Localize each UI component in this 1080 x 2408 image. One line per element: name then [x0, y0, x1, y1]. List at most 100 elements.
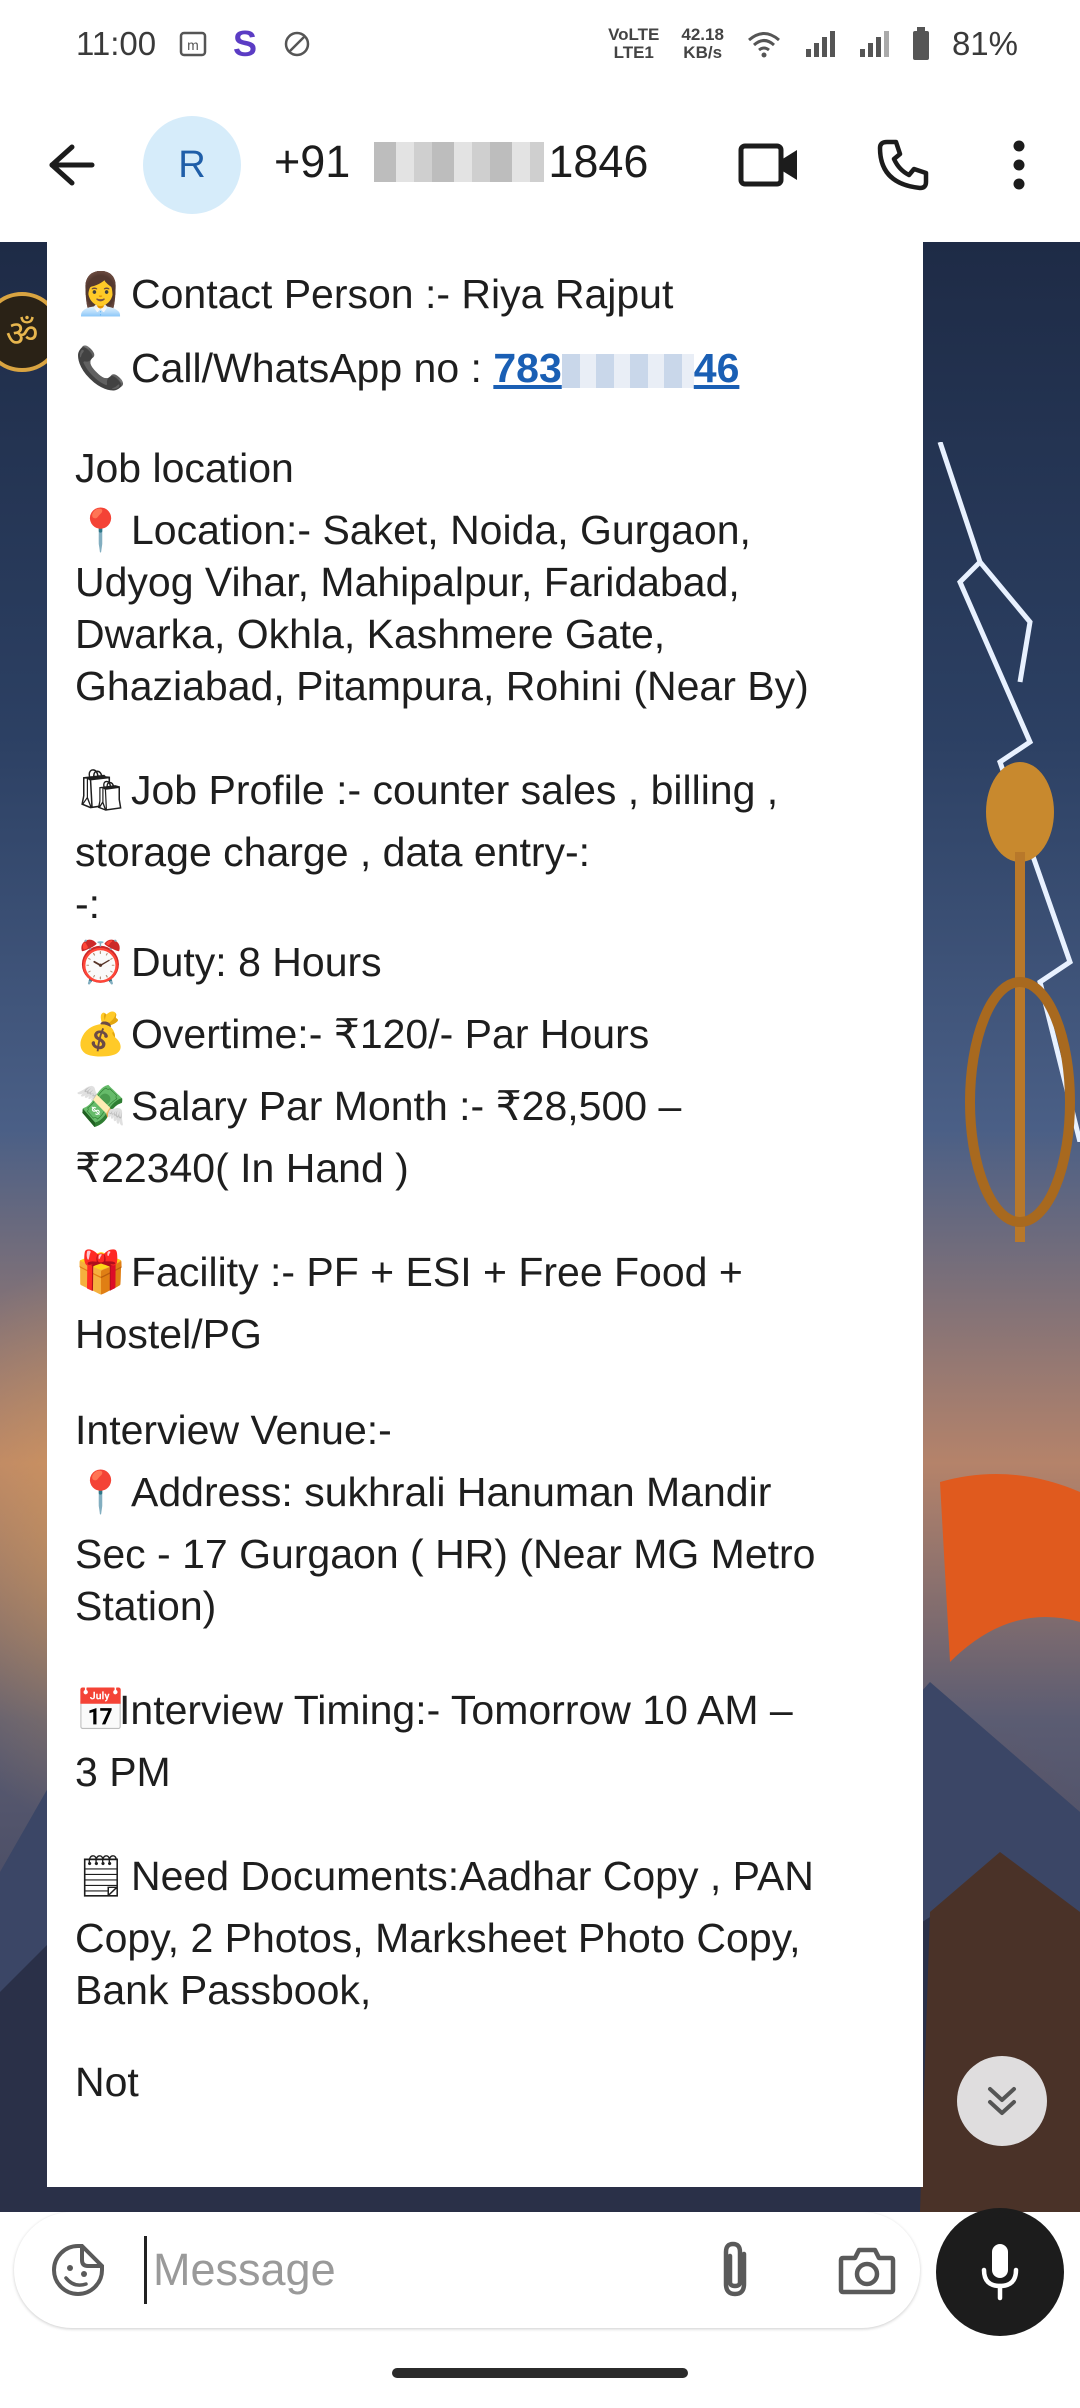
facility-line: 🎁 Facility :- PF + ESI + Free Food + — [75, 1246, 895, 1298]
money-bag-icon: 💰 — [75, 1010, 127, 1058]
timing-block: 📅Interview Timing:- Tomorrow 10 AM – 3 P… — [75, 1684, 895, 1798]
alarm-clock-icon: ⏰ — [75, 938, 127, 986]
money-wings-icon: 💸 — [75, 1082, 127, 1130]
emoji-sticker-button[interactable] — [50, 2242, 106, 2298]
salary-line: 💸 Salary Par Month :- ₹28,500 – — [75, 1080, 895, 1132]
network-type-indicator: VoLTE LTE1 — [608, 26, 659, 62]
call-line: 📞 Call/WhatsApp no : 783 46 — [75, 342, 895, 394]
gift-icon: 🎁 — [75, 1248, 127, 1296]
svg-text:m: m — [187, 37, 199, 53]
avatar[interactable]: R — [143, 116, 241, 214]
status-bar: 11:00 m S VoLTE LTE1 42.18 KB/s 81% — [0, 0, 1080, 88]
message-input[interactable] — [144, 2236, 684, 2304]
documents-block: 🗒Need Documents:Aadhar Copy , PAN Copy, … — [75, 1850, 895, 2016]
contact-title[interactable]: +91 1846 — [274, 136, 648, 188]
cut-off-line: Not — [75, 2059, 139, 2105]
battery-icon — [912, 27, 930, 61]
double-chevron-down-icon — [988, 2087, 1016, 2115]
input-pill — [14, 2212, 920, 2328]
signal-icon — [804, 29, 836, 59]
avatar-letter: R — [178, 143, 206, 186]
phone-icon — [877, 139, 929, 191]
signal-icon — [858, 29, 890, 59]
message-bubble[interactable]: 👩‍💼 Contact Person :- Riya Rajput 📞 Call/W… — [47, 242, 923, 2187]
redacted-phone-block — [561, 354, 694, 389]
documents-text: Need Documents:Aadhar Copy , PAN — [131, 1853, 814, 1899]
attach-button[interactable] — [704, 2238, 768, 2302]
job-profile-line: 🛍Job Profile :- counter sales , billing … — [75, 764, 895, 816]
messages-icon: m — [178, 29, 208, 59]
location-line: 📍 Location:- Saket, Noida, Gurgaon, — [75, 504, 895, 556]
wifi-icon — [746, 29, 782, 59]
message-composer — [0, 2208, 1080, 2340]
documents-line: Bank Passbook, — [75, 1967, 372, 2013]
back-arrow-icon — [49, 144, 95, 186]
job-profile-text: Job Profile :- counter sales , billing , — [131, 767, 779, 813]
location-text: Location:- Saket, Noida, Gurgaon, — [131, 507, 751, 553]
wallpaper-flag — [940, 1474, 1080, 1662]
call-label: Call/WhatsApp no : — [131, 345, 494, 391]
pin-icon: 📍 — [75, 1468, 127, 1516]
paperclip-icon — [723, 2241, 747, 2297]
pin-icon: 📍 — [75, 506, 127, 554]
facility-line: Hostel/PG — [75, 1311, 262, 1357]
job-profile-line: -: — [75, 881, 101, 927]
status-right: VoLTE LTE1 42.18 KB/s 81% — [608, 25, 1018, 63]
address-line: Station) — [75, 1583, 217, 1629]
phone-start: 783 — [493, 345, 562, 391]
voice-call-button[interactable] — [864, 126, 942, 204]
documents-line: 🗒Need Documents:Aadhar Copy , PAN — [75, 1850, 895, 1902]
camera-button[interactable] — [834, 2238, 900, 2302]
phone-number-link[interactable]: 783 46 — [493, 345, 739, 391]
speed-value: 42.18 — [681, 25, 724, 44]
facility-block: 🎁 Facility :- PF + ESI + Free Food + Host… — [75, 1246, 895, 1360]
contact-person-text: Contact Person :- Riya Rajput — [131, 271, 674, 317]
location-line: Ghaziabad, Pitampura, Rohini (Near By) — [75, 663, 809, 709]
salary-text: Salary Par Month :- ₹28,500 – — [131, 1083, 682, 1129]
shopping-bags-icon: 🛍 — [75, 766, 128, 814]
sticker-icon — [52, 2244, 104, 2296]
job-profile-line: storage charge , data entry-: — [75, 829, 591, 875]
scroll-to-bottom-button[interactable] — [957, 2056, 1047, 2146]
video-call-button[interactable] — [730, 126, 808, 204]
system-nav-bar — [0, 2340, 1080, 2408]
status-left: 11:00 m S — [76, 25, 312, 63]
location-block: 📍 Location:- Saket, Noida, Gurgaon, Udyog… — [75, 504, 895, 712]
contact-person-line: 👩‍💼 Contact Person :- Riya Rajput — [75, 268, 895, 320]
status-time: 11:00 — [76, 25, 157, 62]
voice-message-button[interactable] — [936, 2208, 1064, 2336]
microphone-icon — [981, 2244, 1019, 2301]
do-not-disturb-icon — [282, 29, 312, 59]
svg-text:S: S — [233, 26, 257, 62]
redacted-number-block — [374, 142, 545, 182]
more-options-button[interactable] — [980, 126, 1058, 204]
job-profile-block: 🛍Job Profile :- counter sales , billing … — [75, 764, 895, 930]
calendar-icon: 📅 — [75, 1686, 127, 1734]
venue-heading: Interview Venue:- — [75, 1407, 392, 1453]
address-line: 📍 Address: sukhrali Hanuman Mandir — [75, 1466, 895, 1518]
chat-area[interactable]: ॐ 👩‍💼 Contact Person :- Riya Rajput 📞 Call… — [0, 242, 1080, 2212]
office-worker-icon: 👩‍💼 — [75, 270, 127, 318]
video-camera-icon — [738, 143, 797, 187]
more-vertical-icon — [1013, 140, 1025, 190]
s-app-icon: S — [230, 26, 260, 62]
phone-end: 46 — [693, 345, 740, 391]
home-gesture-handle[interactable] — [392, 2368, 688, 2378]
overtime-text: Overtime:- ₹120/- Par Hours — [131, 1011, 650, 1057]
data-speed-indicator: 42.18 KB/s — [681, 26, 724, 62]
duty-text: Duty: 8 Hours — [131, 939, 382, 985]
camera-icon — [838, 2247, 896, 2295]
address-block: 📍 Address: sukhrali Hanuman Mandir Sec - … — [75, 1466, 895, 1632]
address-line: Sec - 17 Gurgaon ( HR) (Near MG Metro — [75, 1531, 816, 1577]
location-line: Udyog Vihar, Mahipalpur, Faridabad, — [75, 559, 740, 605]
network-label-top: VoLTE — [608, 25, 660, 44]
duty-line: ⏰ Duty: 8 Hours — [75, 936, 895, 988]
telephone-icon: 📞 — [75, 344, 127, 392]
network-label-bottom: LTE1 — [613, 43, 654, 62]
back-button[interactable] — [38, 132, 104, 198]
spiral-notepad-icon: 🗒 — [75, 1852, 128, 1900]
job-location-heading: Job location — [75, 445, 294, 491]
facility-text: Facility :- PF + ESI + Free Food + — [131, 1249, 743, 1295]
contact-suffix: 1846 — [548, 136, 649, 187]
contact-prefix: +91 — [274, 136, 351, 187]
